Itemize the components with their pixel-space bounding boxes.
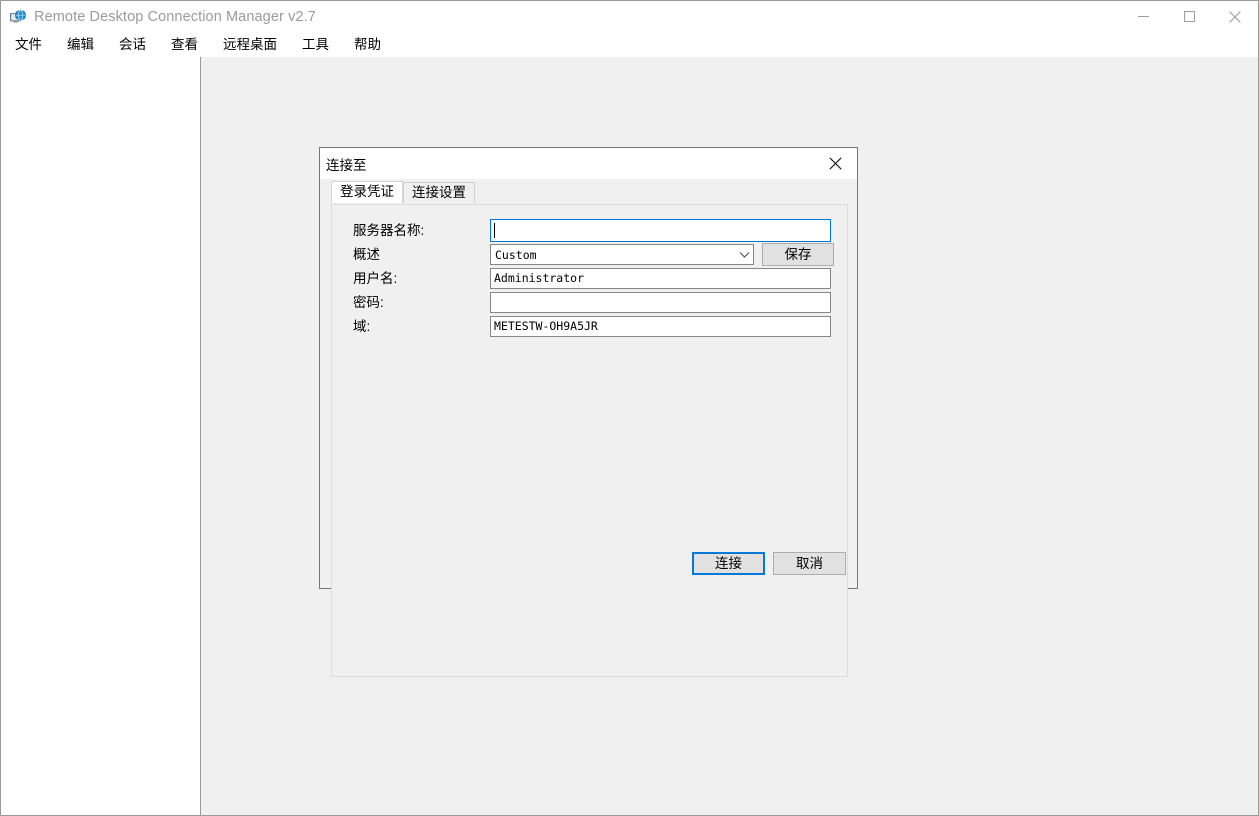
profile-label: 概述 bbox=[353, 247, 380, 262]
form-row: 服务器名称: bbox=[332, 219, 847, 242]
cancel-button[interactable]: 取消 bbox=[773, 552, 846, 575]
window-controls bbox=[1120, 1, 1258, 32]
user-name-input[interactable]: Administrator bbox=[490, 268, 831, 289]
profile-select[interactable]: Custom bbox=[490, 244, 754, 265]
text-caret bbox=[494, 223, 495, 238]
menu-item-edit[interactable]: 编辑 bbox=[67, 38, 94, 52]
menu-item-remote-desktop[interactable]: 远程桌面 bbox=[223, 38, 277, 52]
user-name-label: 用户名: bbox=[353, 271, 398, 286]
domain-input[interactable]: METESTW-OH9A5JR bbox=[490, 316, 831, 337]
connect-to-dialog: 连接至 登录凭证 连接设置 服务器名称: 概述 Custom 保存 用户名: A… bbox=[319, 147, 858, 677]
menu-item-view[interactable]: 查看 bbox=[171, 38, 198, 52]
logon-credentials-panel: 服务器名称: 概述 Custom 保存 用户名: Administrator 密… bbox=[331, 204, 848, 677]
connect-button[interactable]: 连接 bbox=[692, 552, 765, 575]
close-icon[interactable] bbox=[813, 148, 857, 178]
password-input[interactable] bbox=[490, 292, 831, 313]
tab-connection-settings[interactable]: 连接设置 bbox=[403, 182, 475, 203]
chevron-down-icon[interactable] bbox=[735, 245, 753, 264]
menu-item-file[interactable]: 文件 bbox=[15, 38, 42, 52]
profile-select-value: Custom bbox=[495, 247, 537, 262]
form-row: 概述 Custom 保存 bbox=[332, 243, 847, 266]
menu-item-help[interactable]: 帮助 bbox=[354, 38, 381, 52]
menu-item-tools[interactable]: 工具 bbox=[302, 38, 329, 52]
maximize-icon[interactable] bbox=[1166, 1, 1212, 32]
menu-item-session[interactable]: 会话 bbox=[119, 38, 146, 52]
dialog-tab-strip: 登录凭证 连接设置 bbox=[331, 181, 475, 203]
minimize-icon[interactable] bbox=[1120, 1, 1166, 32]
window-title-bar: Remote Desktop Connection Manager v2.7 bbox=[1, 1, 1258, 32]
server-name-input[interactable] bbox=[490, 219, 831, 242]
remote-desktop-app-icon bbox=[10, 9, 28, 25]
window-title: Remote Desktop Connection Manager v2.7 bbox=[34, 8, 316, 25]
server-tree-panel[interactable] bbox=[1, 57, 201, 815]
form-row: 域: METESTW-OH9A5JR bbox=[332, 316, 847, 338]
domain-label: 域: bbox=[353, 319, 371, 334]
form-row: 密码: bbox=[332, 292, 847, 314]
menu-bar: 文件 编辑 会话 查看 远程桌面 工具 帮助 bbox=[1, 32, 1258, 57]
dialog-title-bar: 连接至 bbox=[320, 148, 857, 179]
save-button[interactable]: 保存 bbox=[762, 243, 834, 266]
dialog-title: 连接至 bbox=[326, 157, 367, 173]
form-row: 用户名: Administrator bbox=[332, 268, 847, 290]
application-window: Remote Desktop Connection Manager v2.7 文… bbox=[0, 0, 1259, 816]
password-label: 密码: bbox=[353, 295, 384, 310]
close-icon[interactable] bbox=[1212, 1, 1258, 32]
tab-logon-credentials[interactable]: 登录凭证 bbox=[331, 181, 403, 203]
server-name-label: 服务器名称: bbox=[353, 223, 425, 238]
